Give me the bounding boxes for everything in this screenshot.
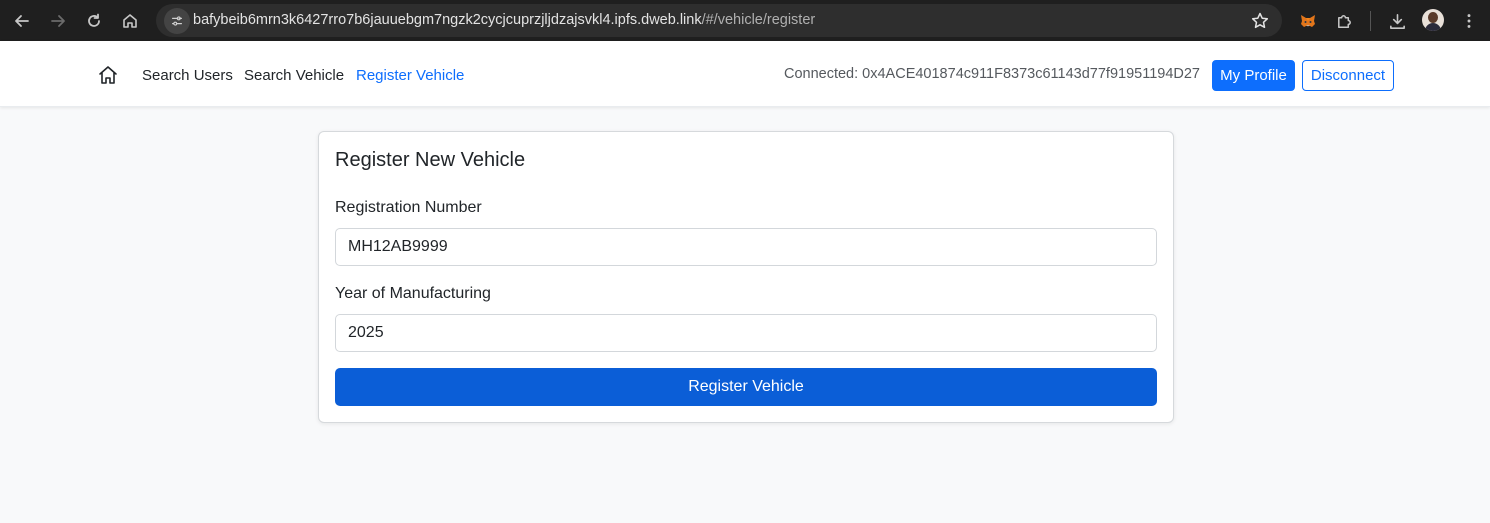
connected-account-text: Connected: 0x4ACE401874c911F8373c61143d7…: [783, 66, 1200, 82]
year-of-manufacturing-input[interactable]: [335, 314, 1157, 352]
browser-home-icon[interactable]: [117, 8, 143, 34]
card-title: Register New Vehicle: [335, 149, 526, 171]
avatar-body: [1425, 23, 1441, 31]
more-menu-icon[interactable]: [1456, 8, 1482, 34]
download-icon[interactable]: [1384, 8, 1410, 34]
toolbar-separator: [1370, 11, 1371, 31]
register-vehicle-button[interactable]: Register Vehicle: [335, 368, 1157, 406]
bookmark-star-icon[interactable]: [1250, 11, 1270, 31]
disconnect-button[interactable]: Disconnect: [1302, 60, 1394, 91]
app-navbar: Search Users Search Vehicle Register Veh…: [0, 41, 1490, 107]
avatar-head: [1428, 12, 1438, 23]
registration-number-label: Registration Number: [335, 199, 482, 216]
home-icon[interactable]: [97, 64, 119, 86]
year-of-manufacturing-label: Year of Manufacturing: [335, 285, 491, 302]
my-profile-button[interactable]: My Profile: [1212, 60, 1295, 91]
url-host: bafybeib6mrn3k6427rro7b6jauuebgm7ngzk2cy…: [193, 12, 702, 28]
metamask-fox-icon[interactable]: [1295, 8, 1321, 34]
url-text: bafybeib6mrn3k6427rro7b6jauuebgm7ngzk2cy…: [193, 12, 815, 28]
nav-register-vehicle[interactable]: Register Vehicle: [356, 67, 464, 84]
address-bar[interactable]: bafybeib6mrn3k6427rro7b6jauuebgm7ngzk2cy…: [156, 4, 1282, 37]
reload-icon[interactable]: [81, 8, 107, 34]
register-vehicle-card: Register New Vehicle Registration Number…: [318, 131, 1174, 423]
url-path: /#/vehicle/register: [701, 12, 816, 28]
nav-search-users[interactable]: Search Users: [142, 67, 233, 84]
profile-avatar[interactable]: [1422, 9, 1444, 31]
back-icon[interactable]: [9, 8, 35, 34]
site-info-icon[interactable]: [164, 8, 190, 34]
extensions-puzzle-icon[interactable]: [1331, 8, 1357, 34]
registration-number-input[interactable]: [335, 228, 1157, 266]
nav-search-vehicle[interactable]: Search Vehicle: [244, 67, 344, 84]
browser-toolbar: bafybeib6mrn3k6427rro7b6jauuebgm7ngzk2cy…: [0, 0, 1490, 41]
forward-icon[interactable]: [45, 8, 71, 34]
